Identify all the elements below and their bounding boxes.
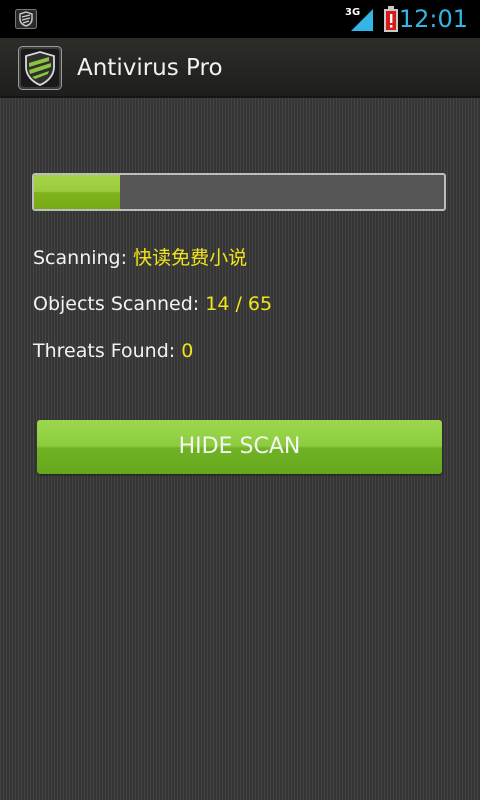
status-bar: 3G 12:01 [0,0,480,38]
threats-found-line: Threats Found: 0 [33,337,193,365]
app-shield-icon [15,9,37,29]
threats-found-value: 0 [181,340,194,362]
network-type-label: 3G [345,7,360,18]
scanning-value: 快读免费小说 [133,247,248,269]
objects-scanned-label: Objects Scanned: [33,293,206,315]
shield-icon[interactable] [18,46,62,90]
action-bar: Antivirus Pro [0,38,480,98]
app-title: Antivirus Pro [77,55,223,81]
scanning-label: Scanning: [33,247,134,269]
scan-progress-bar [32,173,446,211]
objects-scanned-line: Objects Scanned: 14 / 65 [33,290,272,318]
hide-scan-button[interactable]: HIDE SCAN [37,420,442,474]
objects-scanned-value: 14 / 65 [205,293,273,315]
threats-found-label: Threats Found: [33,340,182,362]
scanning-line: Scanning: 快读免费小说 [33,244,247,272]
clock: 12:01 [398,5,468,33]
signal-3g-icon: 3G [345,7,373,31]
scan-content: Scanning: 快读免费小说 Objects Scanned: 14 / 6… [0,98,480,800]
battery-alert-icon [384,6,398,32]
scan-progress-fill [34,175,121,209]
